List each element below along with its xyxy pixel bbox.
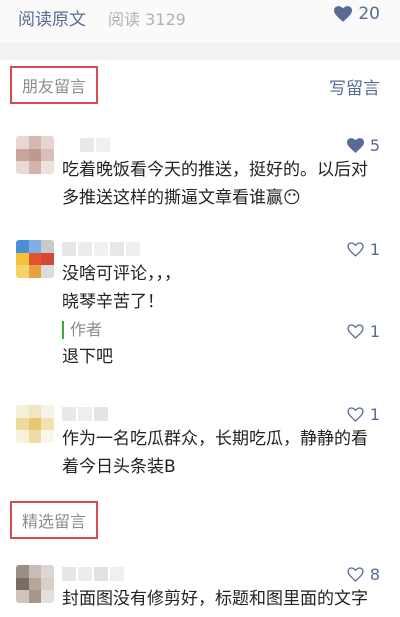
comment-text: 封面图没有修剪好，标题和图里面的文字重叠 xyxy=(62,589,368,609)
article-footer-bar: 阅读原文 阅读 3129 20 xyxy=(0,0,400,42)
heart-filled-icon xyxy=(334,6,353,22)
write-comment-link[interactable]: 写留言 xyxy=(329,74,380,99)
article-like-count: 20 xyxy=(358,4,380,24)
comment-text: 没啥可评论，，， 晓琴辛苦了！ xyxy=(62,264,181,312)
nickname-redacted xyxy=(62,242,140,256)
avatar[interactable] xyxy=(16,405,54,443)
author-reply-text: 退下吧 xyxy=(62,347,113,367)
messages-section-header: 朋友留言 写留言 xyxy=(0,66,400,106)
comment-text: 吃着晚饭看今天的推送，挺好的。以后对多推送这样的撕逼文章看谁赢😶 xyxy=(62,160,368,208)
comment-like-button[interactable]: 1 xyxy=(347,240,380,259)
comment-like-button[interactable]: 8 xyxy=(347,565,380,584)
avatar[interactable] xyxy=(16,565,54,603)
heart-outline-icon xyxy=(347,407,364,422)
heart-outline-icon xyxy=(347,242,364,257)
read-original-link[interactable]: 阅读原文 xyxy=(18,5,86,30)
comment-like-count: 5 xyxy=(369,136,380,155)
nickname-redacted xyxy=(62,138,110,152)
comment-like-button[interactable]: 1 xyxy=(347,405,380,424)
nickname-redacted xyxy=(62,407,108,421)
author-reply-label: 作者 xyxy=(62,321,102,339)
avatar[interactable] xyxy=(16,240,54,278)
heart-outline-icon xyxy=(347,324,364,339)
heart-outline-icon xyxy=(347,567,364,582)
featured-section-header: 精选留言 xyxy=(0,501,400,541)
article-like-button[interactable]: 20 xyxy=(334,4,380,24)
comment-like-count: 1 xyxy=(369,405,380,424)
comment-like-count: 1 xyxy=(369,240,380,259)
read-count: 阅读 3129 xyxy=(108,10,186,29)
reply-like-button[interactable]: 1 xyxy=(347,322,380,341)
nickname-redacted xyxy=(62,567,124,581)
section-divider xyxy=(0,42,400,60)
comment-like-button[interactable]: 5 xyxy=(346,136,380,155)
avatar[interactable] xyxy=(16,136,54,174)
featured-section-title: 精选留言 xyxy=(10,501,99,539)
comment-like-count: 8 xyxy=(369,565,380,584)
messages-section-title: 朋友留言 xyxy=(10,66,99,104)
heart-filled-icon xyxy=(346,138,364,153)
comment-text: 作为一名吃瓜群众，长期吃瓜，静静的看着今日头条装B xyxy=(62,429,368,477)
reply-like-count: 1 xyxy=(369,322,380,341)
